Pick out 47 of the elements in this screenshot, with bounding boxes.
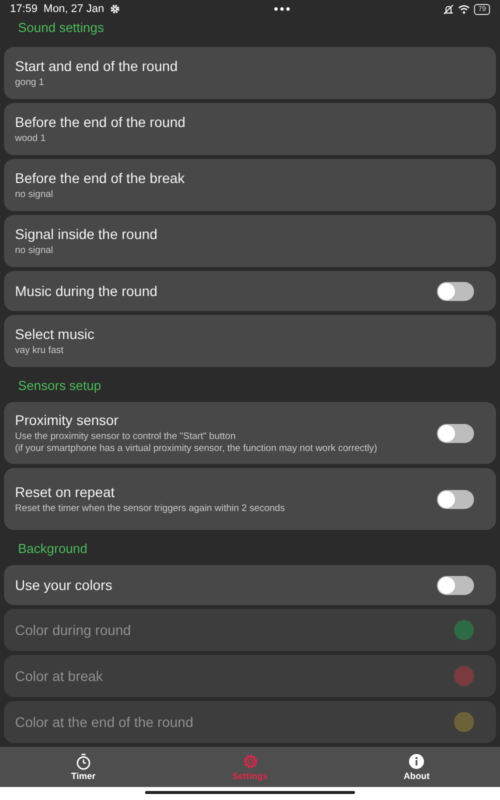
setting-label: Use your colors xyxy=(15,577,112,593)
setting-value: wood 1 xyxy=(15,133,47,144)
setting-label: Reset on repeat xyxy=(15,484,115,500)
toggle-switch[interactable] xyxy=(437,576,474,594)
setting-value: vay kru fast xyxy=(15,345,65,356)
settings-row[interactable]: Reset on repeat Reset the timer when the sensor triggers again within 2 seconds xyxy=(4,468,496,530)
toggle-switch[interactable] xyxy=(437,424,474,442)
setting-description: Reset the timer when the sensor triggers again within 2 seconds xyxy=(15,502,286,514)
stopwatch-icon xyxy=(74,753,92,770)
settings-row[interactable]: Use your colors xyxy=(4,565,496,605)
settings-row[interactable]: Signal inside the round no signal xyxy=(4,215,496,267)
setting-label: Color during round xyxy=(15,622,131,638)
setting-description: Use the proximity sensor to control the "Start" button xyxy=(15,430,237,442)
setting-value: gong 1 xyxy=(15,77,46,88)
setting-label: Color at break xyxy=(15,668,103,684)
setting-description: (if your smartphone has a virtual proximity sensor, the function may not work correctly) xyxy=(15,442,378,454)
nav-tab[interactable]: Timer xyxy=(71,753,96,781)
settings-row[interactable]: Select music vay kru fast xyxy=(4,315,496,367)
setting-label: Music during the round xyxy=(15,283,158,299)
setting-value: no signal xyxy=(15,245,54,256)
section-title: Background xyxy=(17,540,88,558)
toggle-switch[interactable] xyxy=(437,490,474,508)
settings-row[interactable]: Proximity sensor Use the proximity sensor to control the "Start" button (if your smartphone has a virtual proximity sensor, the function may not work correctly) xyxy=(4,402,496,464)
setting-label: Start and end of the round xyxy=(15,58,178,74)
muted-bell-icon xyxy=(443,4,454,14)
toggle-switch[interactable] xyxy=(437,282,474,300)
wifi-icon xyxy=(458,4,470,14)
clock-time: 17:59 xyxy=(10,3,38,15)
section-title: Sound settings xyxy=(17,19,106,37)
gear-icon xyxy=(242,753,258,770)
setting-label: Select music xyxy=(15,326,94,342)
setting-label: Before the end of the round xyxy=(15,114,186,130)
gear-icon xyxy=(110,4,120,14)
status-date: Mon, 27 Jan xyxy=(44,3,104,15)
nav-tab[interactable]: About xyxy=(404,753,430,781)
setting-label: Before the end of the break xyxy=(15,170,185,186)
settings-row[interactable]: Before the end of the round wood 1 xyxy=(4,103,496,155)
settings-row[interactable]: Before the end of the break no signal xyxy=(4,159,496,211)
setting-label: Proximity sensor xyxy=(15,412,118,428)
info-icon xyxy=(408,753,426,770)
setting-label: Color at the end of the round xyxy=(15,714,194,730)
setting-value: no signal xyxy=(15,189,54,200)
settings-row[interactable]: Start and end of the round gong 1 xyxy=(4,47,496,99)
settings-row[interactable]: Music during the round xyxy=(4,271,496,311)
setting-label: Signal inside the round xyxy=(15,226,158,242)
more-icon xyxy=(274,7,290,11)
section-title: Sensors setup xyxy=(17,377,102,395)
